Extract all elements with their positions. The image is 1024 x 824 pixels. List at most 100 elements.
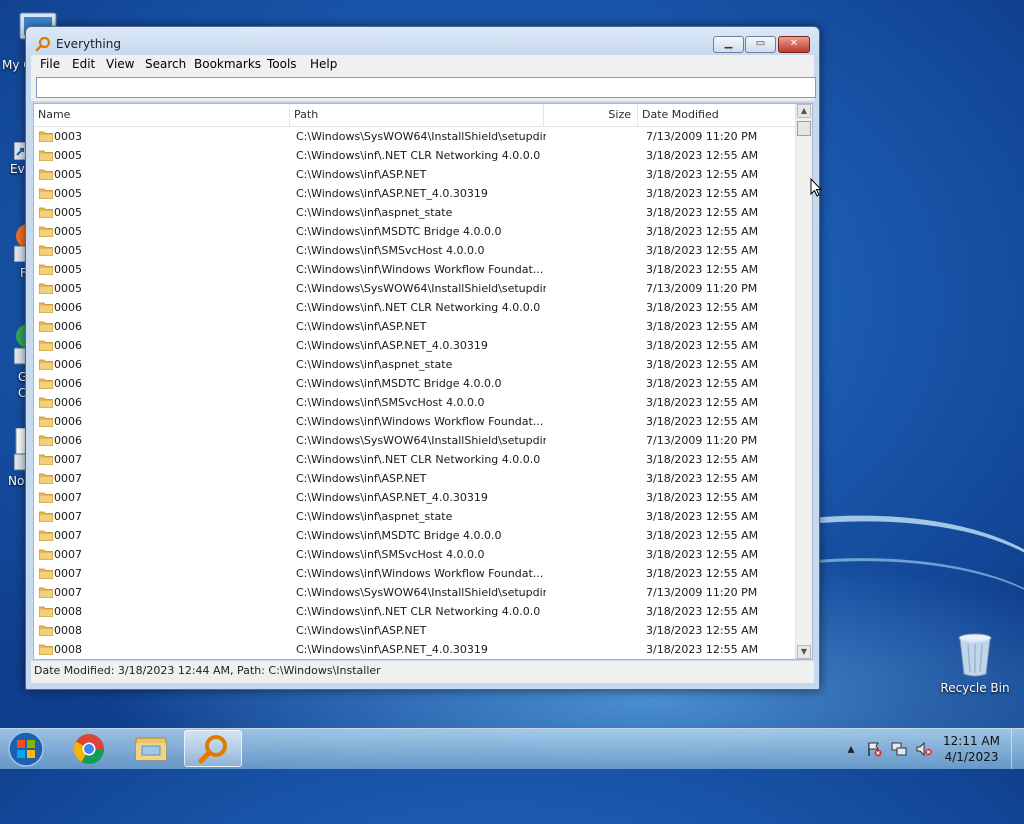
table-row[interactable]: 0008 C:\Windows\inf\ASP.NET 3/18/2023 12:5… (34, 621, 796, 640)
table-row[interactable]: 0005 C:\Windows\inf\aspnet_state 3/18/2023… (34, 203, 796, 222)
cell-name: 0007 (54, 510, 82, 523)
cell-size (546, 317, 638, 336)
cell-date-modified: 3/18/2023 12:55 AM (646, 339, 759, 352)
taskbar-chrome[interactable] (60, 730, 118, 767)
cell-name: 0008 (54, 624, 82, 637)
folder-icon (39, 169, 53, 180)
cell-name: 0005 (54, 187, 82, 200)
table-row[interactable]: 0007 C:\Windows\inf\ASP.NET 3/18/2023 12:5… (34, 469, 796, 488)
search-input[interactable] (36, 77, 816, 98)
menu-edit[interactable]: Edit (72, 57, 95, 71)
table-row[interactable]: 0006 C:\Windows\SysWOW64\InstallShield\se… (34, 431, 796, 450)
results-list[interactable]: Name Path Size Date Modified 0003 C:\Wind… (33, 103, 813, 660)
cell-path: C:\Windows\inf\aspnet_state (296, 358, 453, 371)
cell-path: C:\Windows\inf\.NET CLR Networking 4.0.0… (296, 301, 541, 314)
result-rows: 0003 C:\Windows\SysWOW64\InstallShield\se… (34, 127, 796, 659)
scroll-up-button[interactable]: ▲ (797, 104, 811, 118)
table-row[interactable]: 0005 C:\Windows\inf\ASP.NET 3/18/2023 12:5… (34, 165, 796, 184)
volume-muted-icon[interactable] (916, 741, 932, 757)
menu-tools[interactable]: Tools (267, 57, 297, 71)
menu-file[interactable]: File (40, 57, 60, 71)
table-row[interactable]: 0007 C:\Windows\inf\.NET CLR Networking 4… (34, 450, 796, 469)
cell-date-modified: 7/13/2009 11:20 PM (646, 586, 758, 599)
everything-window[interactable]: Everything ▁ ▭ ✕ File Edit View Search B… (25, 26, 820, 690)
menu-bookmarks[interactable]: Bookmarks (194, 57, 261, 71)
folder-icon (39, 226, 53, 237)
table-row[interactable]: 0007 C:\Windows\inf\aspnet_state 3/18/2023… (34, 507, 796, 526)
cell-size (546, 298, 638, 317)
system-clock[interactable]: 12:11 AM 4/1/2023 (943, 733, 1000, 765)
scroll-down-button[interactable]: ▼ (797, 645, 811, 659)
folder-icon (39, 530, 53, 541)
show-hidden-icons-icon[interactable]: ▴ (843, 741, 859, 757)
show-desktop-button[interactable] (1011, 729, 1024, 769)
cell-size (546, 127, 638, 146)
column-date-modified[interactable]: Date Modified (638, 104, 796, 126)
start-button[interactable] (6, 731, 46, 767)
cell-name: 0006 (54, 339, 82, 352)
table-row[interactable]: 0003 C:\Windows\SysWOW64\InstallShield\se… (34, 127, 796, 146)
menu-help[interactable]: Help (310, 57, 337, 71)
mouse-cursor-icon (810, 178, 822, 197)
table-row[interactable]: 0005 C:\Windows\inf\ASP.NET_4.0.30319 3/18… (34, 184, 796, 203)
cell-size (546, 393, 638, 412)
windows-logo-icon (8, 731, 44, 767)
taskbar-explorer[interactable] (122, 730, 180, 767)
menu-view[interactable]: View (106, 57, 134, 71)
cell-path: C:\Windows\SysWOW64\InstallShield\setupd… (296, 130, 546, 143)
cell-size (546, 336, 638, 355)
cell-path: C:\Windows\inf\aspnet_state (296, 206, 453, 219)
cell-date-modified: 3/18/2023 12:55 AM (646, 187, 759, 200)
table-row[interactable]: 0006 C:\Windows\inf\ASP.NET_4.0.30319 3/18… (34, 336, 796, 355)
table-row[interactable]: 0006 C:\Windows\inf\ASP.NET 3/18/2023 12:5… (34, 317, 796, 336)
table-row[interactable]: 0006 C:\Windows\inf\SMSvcHost 4.0.0.0 3/18… (34, 393, 796, 412)
cell-date-modified: 3/18/2023 12:55 AM (646, 206, 759, 219)
menu-bar: File Edit View Search Bookmarks Tools He… (31, 55, 814, 75)
table-row[interactable]: 0006 C:\Windows\inf\MSDTC Bridge 4.0.0.0 3… (34, 374, 796, 393)
close-button[interactable]: ✕ (778, 36, 810, 53)
action-center-flag-icon[interactable] (866, 741, 882, 757)
table-row[interactable]: 0008 C:\Windows\inf\ASP.NET_4.0.30319 3/18… (34, 640, 796, 659)
cell-name: 0007 (54, 472, 82, 485)
clock-time: 12:11 AM (943, 734, 1000, 748)
table-row[interactable]: 0006 C:\Windows\inf\Windows Workflow Foun… (34, 412, 796, 431)
cell-path: C:\Windows\inf\ASP.NET_4.0.30319 (296, 491, 488, 504)
cell-path: C:\Windows\inf\aspnet_state (296, 510, 453, 523)
taskbar-everything[interactable] (184, 730, 242, 767)
cell-name: 0007 (54, 453, 82, 466)
column-path[interactable]: Path (290, 104, 544, 126)
table-row[interactable]: 0008 C:\Windows\inf\.NET CLR Networking 4… (34, 602, 796, 621)
table-row[interactable]: 0005 C:\Windows\inf\SMSvcHost 4.0.0.0 3/18… (34, 241, 796, 260)
column-name[interactable]: Name (34, 104, 290, 126)
maximize-button[interactable]: ▭ (745, 36, 776, 53)
taskbar: ▴ 12:11 AM 4/1/2023 (0, 728, 1024, 769)
table-row[interactable]: 0005 C:\Windows\inf\.NET CLR Networking 4… (34, 146, 796, 165)
cell-date-modified: 3/18/2023 12:55 AM (646, 548, 759, 561)
table-row[interactable]: 0007 C:\Windows\inf\SMSvcHost 4.0.0.0 3/18… (34, 545, 796, 564)
table-row[interactable]: 0007 C:\Windows\inf\MSDTC Bridge 4.0.0.0 3… (34, 526, 796, 545)
cell-size (546, 640, 638, 659)
table-row[interactable]: 0007 C:\Windows\inf\ASP.NET_4.0.30319 3/18… (34, 488, 796, 507)
folder-icon (39, 188, 53, 199)
desktop-icon-recycle-bin[interactable]: Recycle Bin (940, 630, 1010, 695)
menu-search[interactable]: Search (145, 57, 186, 71)
table-row[interactable]: 0005 C:\Windows\inf\MSDTC Bridge 4.0.0.0 3… (34, 222, 796, 241)
table-row[interactable]: 0006 C:\Windows\inf\aspnet_state 3/18/2023… (34, 355, 796, 374)
scroll-thumb[interactable] (797, 121, 811, 136)
recycle-bin-label: Recycle Bin (940, 681, 1010, 695)
cell-date-modified: 7/13/2009 11:20 PM (646, 434, 758, 447)
folder-icon (39, 549, 53, 560)
cell-path: C:\Windows\SysWOW64\InstallShield\setupd… (296, 282, 546, 295)
table-row[interactable]: 0005 C:\Windows\inf\Windows Workflow Foun… (34, 260, 796, 279)
table-row[interactable]: 0006 C:\Windows\inf\.NET CLR Networking 4… (34, 298, 796, 317)
folder-icon (39, 150, 53, 161)
cell-date-modified: 3/18/2023 12:55 AM (646, 149, 759, 162)
network-icon[interactable] (891, 741, 907, 757)
cell-name: 0006 (54, 358, 82, 371)
column-size[interactable]: Size (544, 104, 638, 126)
cell-path: C:\Windows\inf\ASP.NET (296, 168, 427, 181)
table-row[interactable]: 0005 C:\Windows\SysWOW64\InstallShield\se… (34, 279, 796, 298)
table-row[interactable]: 0007 C:\Windows\SysWOW64\InstallShield\se… (34, 583, 796, 602)
minimize-button[interactable]: ▁ (713, 36, 744, 53)
table-row[interactable]: 0007 C:\Windows\inf\Windows Workflow Foun… (34, 564, 796, 583)
